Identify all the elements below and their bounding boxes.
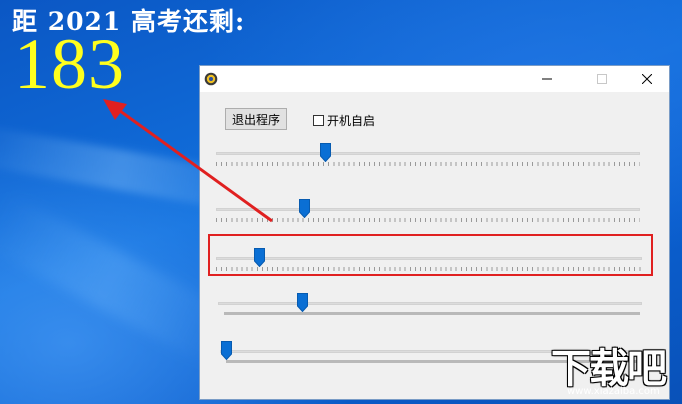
watermark: 下载吧 www.xiazaiba.com — [545, 340, 682, 404]
watermark-url: www.xiazaiba.com — [567, 386, 660, 397]
